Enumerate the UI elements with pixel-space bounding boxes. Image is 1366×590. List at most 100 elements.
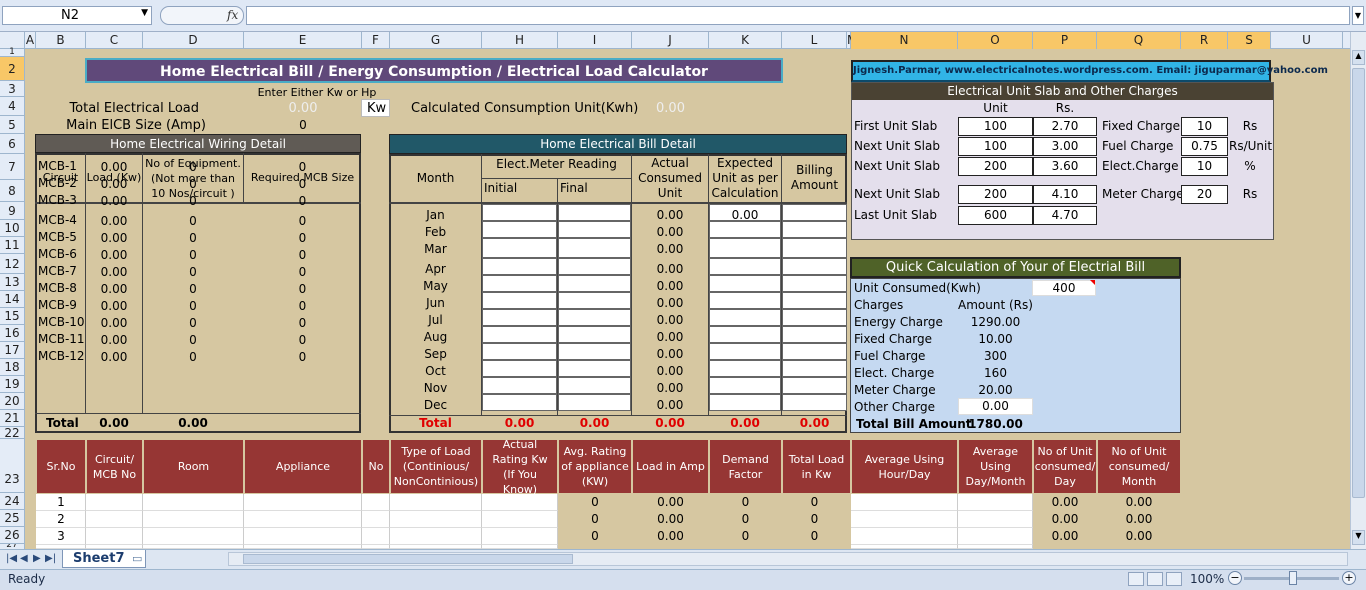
column-header-o[interactable]: O (958, 32, 1033, 49)
row-header[interactable]: 7 (0, 154, 24, 180)
appliance-input[interactable] (143, 528, 244, 545)
column-header-b[interactable]: B (36, 32, 86, 49)
usage-input[interactable] (958, 528, 1033, 545)
column-header-f[interactable]: F (362, 32, 390, 49)
first-sheet-icon[interactable]: |◀ (6, 553, 17, 564)
appliance-input[interactable] (362, 528, 390, 545)
last-sheet-icon[interactable]: ▶| (45, 553, 56, 564)
column-header-l[interactable]: L (782, 32, 847, 49)
column-header-d[interactable]: D (143, 32, 244, 49)
initial-reading-input[interactable] (482, 221, 557, 238)
zoom-out-icon[interactable]: − (1228, 571, 1242, 585)
final-reading-input[interactable] (558, 275, 631, 292)
usage-input[interactable] (851, 494, 958, 511)
row-header[interactable]: 13 (0, 274, 24, 291)
initial-reading-input[interactable] (482, 238, 557, 258)
row-header[interactable]: 2 (0, 57, 24, 81)
column-header-r[interactable]: R (1181, 32, 1228, 49)
final-reading-input[interactable] (558, 292, 631, 309)
column-header-u[interactable]: U (1271, 32, 1343, 49)
unit-selector[interactable]: Kw (361, 99, 390, 117)
appliance-input[interactable] (143, 511, 244, 528)
slab-unit-input[interactable]: 100 (958, 117, 1033, 136)
column-header-p[interactable]: P (1033, 32, 1097, 49)
appliance-input[interactable] (86, 511, 143, 528)
appliance-input[interactable] (86, 528, 143, 545)
usage-input[interactable] (851, 511, 958, 528)
row-header[interactable]: 11 (0, 237, 24, 254)
formula-input[interactable] (246, 6, 1350, 25)
zoom-in-icon[interactable]: + (1342, 571, 1356, 585)
column-header-a[interactable]: A (25, 32, 36, 49)
column-header-i[interactable]: I (558, 32, 632, 49)
slab-rate-input[interactable]: 4.70 (1033, 206, 1097, 225)
initial-reading-input[interactable] (482, 204, 557, 221)
row-header[interactable]: 9 (0, 202, 24, 220)
final-reading-input[interactable] (558, 221, 631, 238)
initial-reading-input[interactable] (482, 258, 557, 275)
slab-rate-input[interactable]: 4.10 (1033, 185, 1097, 204)
horizontal-scrollbar[interactable] (228, 552, 1348, 566)
normal-view-icon[interactable] (1128, 572, 1144, 586)
slab-unit-input[interactable]: 200 (958, 185, 1033, 204)
insert-function-button[interactable]: fx (160, 6, 244, 25)
initial-reading-input[interactable] (482, 275, 557, 292)
appliance-input[interactable] (482, 494, 558, 511)
initial-reading-input[interactable] (482, 343, 557, 360)
final-reading-input[interactable] (558, 326, 631, 343)
row-header[interactable]: 21 (0, 410, 24, 427)
final-reading-input[interactable] (558, 309, 631, 326)
column-header-c[interactable]: C (86, 32, 143, 49)
appliance-input[interactable] (86, 494, 143, 511)
other-charge-input[interactable]: 0.00 (958, 398, 1033, 415)
initial-reading-input[interactable] (482, 394, 557, 411)
row-header[interactable]: 22 (0, 427, 24, 439)
row-header[interactable]: 23 (0, 439, 24, 493)
row-header[interactable]: 24 (0, 493, 24, 510)
scroll-thumb[interactable] (1352, 68, 1365, 498)
row-header[interactable]: 26 (0, 527, 24, 544)
scroll-thumb[interactable] (243, 554, 573, 564)
slab-rate-input[interactable]: 3.60 (1033, 157, 1097, 176)
vertical-scrollbar[interactable]: ▲ ▼ (1350, 32, 1366, 549)
row-header[interactable]: 18 (0, 359, 24, 376)
row-header[interactable]: 4 (0, 97, 24, 116)
row-header[interactable]: 5 (0, 116, 24, 134)
charge-value-input[interactable]: 10 (1181, 157, 1228, 176)
zoom-slider-handle[interactable] (1289, 571, 1297, 585)
charge-value-input[interactable]: 0.75 (1181, 137, 1228, 156)
expand-formula-bar-icon[interactable]: ▼ (1352, 6, 1364, 25)
initial-reading-input[interactable] (482, 292, 557, 309)
appliance-input[interactable] (143, 494, 244, 511)
initial-reading-input[interactable] (482, 309, 557, 326)
page-break-view-icon[interactable] (1166, 572, 1182, 586)
name-box[interactable]: N2 ▼ (2, 6, 152, 25)
usage-input[interactable] (851, 528, 958, 545)
appliance-input[interactable] (390, 528, 482, 545)
column-header-n[interactable]: N (851, 32, 958, 49)
row-header[interactable]: 19 (0, 376, 24, 393)
appliance-input[interactable] (482, 511, 558, 528)
final-reading-input[interactable] (558, 258, 631, 275)
appliance-input[interactable] (482, 528, 558, 545)
row-header[interactable]: 16 (0, 325, 24, 342)
row-header[interactable]: 3 (0, 81, 24, 97)
charge-value-input[interactable]: 10 (1181, 117, 1228, 136)
chevron-down-icon[interactable]: ▼ (141, 8, 148, 18)
usage-input[interactable] (958, 494, 1033, 511)
column-header-q[interactable]: Q (1097, 32, 1181, 49)
initial-reading-input[interactable] (482, 377, 557, 394)
scroll-down-icon[interactable]: ▼ (1352, 530, 1365, 545)
usage-input[interactable] (958, 511, 1033, 528)
final-reading-input[interactable] (558, 343, 631, 360)
row-header[interactable]: 12 (0, 254, 24, 274)
column-header-k[interactable]: K (709, 32, 782, 49)
zoom-level[interactable]: 100% (1190, 572, 1224, 586)
row-header[interactable]: 15 (0, 308, 24, 325)
column-header-j[interactable]: J (632, 32, 709, 49)
appliance-input[interactable] (244, 528, 362, 545)
column-header-h[interactable]: H (482, 32, 558, 49)
row-header[interactable]: 8 (0, 180, 24, 202)
initial-reading-input[interactable] (482, 360, 557, 377)
row-header[interactable]: 6 (0, 134, 24, 154)
